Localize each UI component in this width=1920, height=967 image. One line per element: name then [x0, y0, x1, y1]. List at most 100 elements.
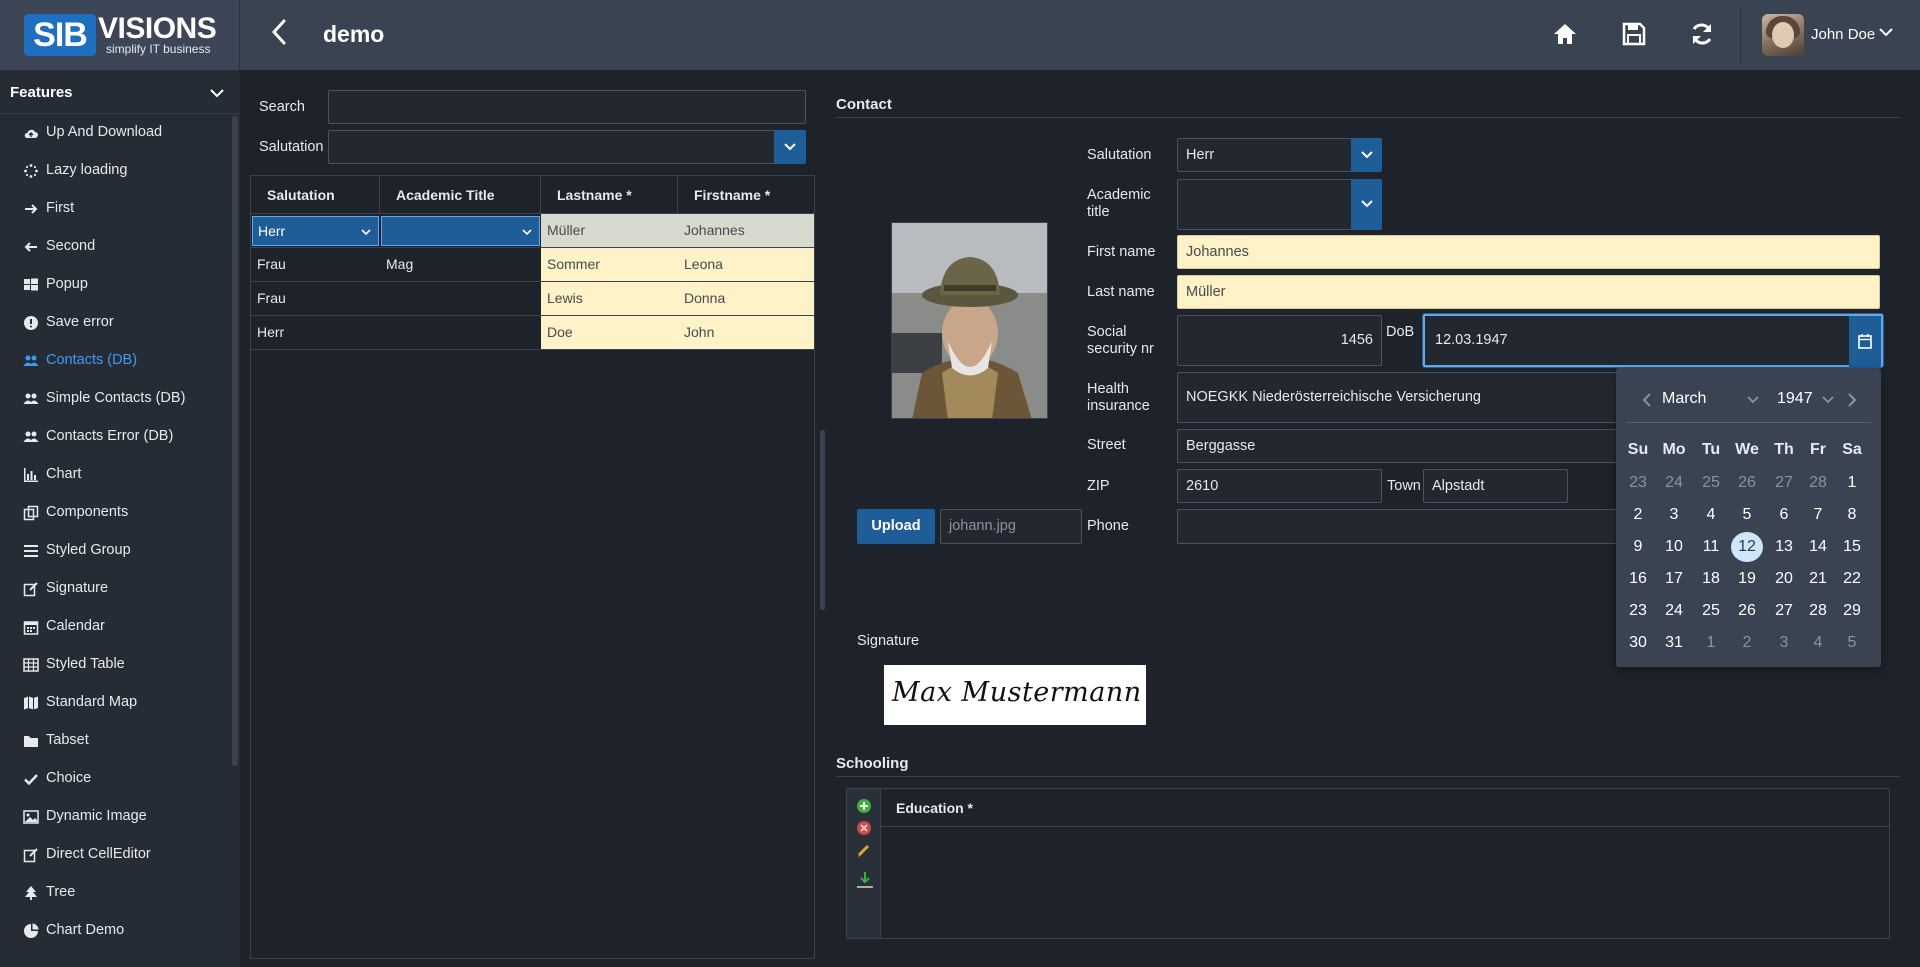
- table-cell-firstname[interactable]: John: [678, 316, 814, 349]
- calendar-day[interactable]: 15: [1836, 532, 1868, 562]
- calendar-day[interactable]: 21: [1802, 564, 1834, 594]
- sidebar-scrollbar[interactable]: [232, 116, 238, 766]
- user-name[interactable]: John Doe: [1811, 26, 1875, 43]
- table-cell-title[interactable]: [380, 282, 541, 315]
- cell-editor-title[interactable]: [381, 216, 540, 246]
- sidebar-item-choice[interactable]: Choice: [0, 761, 228, 797]
- calendar-day[interactable]: 24: [1658, 596, 1690, 626]
- sidebar-item-first[interactable]: First: [0, 191, 228, 227]
- calendar-day[interactable]: 27: [1768, 596, 1800, 626]
- column-header-firstname[interactable]: Firstname *: [678, 176, 814, 214]
- table-cell-lastname[interactable]: Müller: [541, 214, 678, 247]
- sidebar-item-dynamic-image[interactable]: Dynamic Image: [0, 799, 228, 835]
- month-select[interactable]: March: [1662, 390, 1706, 408]
- avatar[interactable]: [1762, 14, 1804, 56]
- column-header-academic-title[interactable]: Academic Title: [380, 176, 541, 214]
- table-cell-salutation[interactable]: Frau: [251, 248, 380, 281]
- calendar-day[interactable]: 26: [1731, 468, 1763, 498]
- sidebar-item-calendar[interactable]: Calendar: [0, 609, 228, 645]
- calendar-day[interactable]: 3: [1658, 500, 1690, 530]
- table-cell-lastname[interactable]: Doe: [541, 316, 678, 349]
- sidebar-item-save-error[interactable]: Save error: [0, 305, 228, 341]
- zip-field[interactable]: 2610: [1177, 469, 1382, 503]
- sidebar-item-standard-map[interactable]: Standard Map: [0, 685, 228, 721]
- add-row-icon[interactable]: [856, 798, 872, 814]
- calendar-day[interactable]: 28: [1802, 468, 1834, 498]
- table-cell-firstname[interactable]: Donna: [678, 282, 814, 315]
- academic-title-dropdown-button[interactable]: [1351, 179, 1382, 230]
- calendar-day[interactable]: 16: [1622, 564, 1654, 594]
- sidebar-item-direct-celleditor[interactable]: Direct CellEditor: [0, 837, 228, 873]
- table-cell-firstname[interactable]: Leona: [678, 248, 814, 281]
- calendar-day[interactable]: 3: [1768, 628, 1800, 658]
- reload-button[interactable]: [1688, 20, 1718, 50]
- calendar-day[interactable]: 26: [1731, 596, 1763, 626]
- back-button[interactable]: [262, 18, 296, 52]
- table-row[interactable]: Frau Mag Sommer Leona: [251, 248, 814, 282]
- sidebar-item-popup[interactable]: Popup: [0, 267, 228, 303]
- export-icon[interactable]: [855, 870, 875, 890]
- calendar-day[interactable]: 27: [1768, 468, 1800, 498]
- sidebar-item-simple-contacts-db[interactable]: Simple Contacts (DB): [0, 381, 228, 417]
- calendar-day[interactable]: 30: [1622, 628, 1654, 658]
- salutation-dropdown-button[interactable]: [1351, 138, 1382, 172]
- firstname-field[interactable]: Johannes: [1177, 235, 1880, 269]
- table-cell-title[interactable]: [380, 316, 541, 349]
- calendar-day[interactable]: 6: [1768, 500, 1800, 530]
- sidebar-item-up-and-download[interactable]: Up And Download: [0, 115, 228, 151]
- sidebar-group-header[interactable]: Features: [0, 70, 240, 114]
- calendar-day[interactable]: 24: [1658, 468, 1690, 498]
- calendar-day[interactable]: 2: [1731, 628, 1763, 658]
- calendar-day[interactable]: 9: [1622, 532, 1654, 562]
- sidebar-item-tree[interactable]: Tree: [0, 875, 228, 911]
- search-input[interactable]: [328, 90, 806, 124]
- calendar-day[interactable]: 4: [1695, 500, 1727, 530]
- calendar-day[interactable]: 2: [1622, 500, 1654, 530]
- calendar-day[interactable]: 1: [1836, 468, 1868, 498]
- table-cell-firstname[interactable]: Johannes: [678, 214, 814, 247]
- calendar-day[interactable]: 25: [1695, 468, 1727, 498]
- calendar-day[interactable]: 25: [1695, 596, 1727, 626]
- sidebar-item-contacts-error-db[interactable]: Contacts Error (DB): [0, 419, 228, 455]
- lastname-field[interactable]: Müller: [1177, 275, 1880, 309]
- split-pane-handle[interactable]: [820, 430, 825, 610]
- calendar-day[interactable]: 29: [1836, 596, 1868, 626]
- home-button[interactable]: [1551, 20, 1581, 50]
- calendar-day[interactable]: 5: [1836, 628, 1868, 658]
- table-row[interactable]: Herr Müller Johannes: [251, 214, 814, 248]
- calendar-day[interactable]: 20: [1768, 564, 1800, 594]
- sidebar-item-styled-table[interactable]: Styled Table: [0, 647, 228, 683]
- calendar-day[interactable]: 22: [1836, 564, 1868, 594]
- column-header-lastname[interactable]: Lastname *: [541, 176, 678, 214]
- sidebar-item-second[interactable]: Second: [0, 229, 228, 265]
- chevron-left-icon[interactable]: [1641, 392, 1653, 408]
- calendar-day[interactable]: 7: [1802, 500, 1834, 530]
- calendar-day[interactable]: 19: [1731, 564, 1763, 594]
- delete-row-icon[interactable]: [856, 820, 872, 836]
- edit-row-icon[interactable]: [856, 842, 872, 858]
- sidebar-item-chart-demo[interactable]: Chart Demo: [0, 913, 228, 949]
- calendar-day[interactable]: 5: [1731, 500, 1763, 530]
- calendar-day[interactable]: 31: [1658, 628, 1690, 658]
- academic-title-select[interactable]: [1177, 179, 1382, 230]
- sidebar-item-chart[interactable]: Chart: [0, 457, 228, 493]
- sidebar-item-components[interactable]: Components: [0, 495, 228, 531]
- sidebar-item-tabset[interactable]: Tabset: [0, 723, 228, 759]
- table-cell-salutation[interactable]: Frau: [251, 282, 380, 315]
- calendar-day[interactable]: 23: [1622, 468, 1654, 498]
- calendar-day[interactable]: 18: [1695, 564, 1727, 594]
- calendar-day[interactable]: 10: [1658, 532, 1690, 562]
- table-cell-lastname[interactable]: Lewis: [541, 282, 678, 315]
- calendar-day[interactable]: 28: [1802, 596, 1834, 626]
- table-cell-lastname[interactable]: Sommer: [541, 248, 678, 281]
- calendar-day[interactable]: 14: [1802, 532, 1834, 562]
- table-row[interactable]: Herr Doe John: [251, 316, 814, 350]
- column-header-salutation[interactable]: Salutation: [251, 176, 380, 214]
- user-menu-chevron[interactable]: [1878, 24, 1896, 42]
- sidebar-item-contacts-db[interactable]: Contacts (DB): [0, 343, 228, 379]
- calendar-day[interactable]: 23: [1622, 596, 1654, 626]
- calendar-day[interactable]: 17: [1658, 564, 1690, 594]
- upload-button[interactable]: Upload: [857, 509, 935, 544]
- salutation-select[interactable]: Herr: [1177, 138, 1382, 172]
- save-button[interactable]: [1620, 20, 1650, 50]
